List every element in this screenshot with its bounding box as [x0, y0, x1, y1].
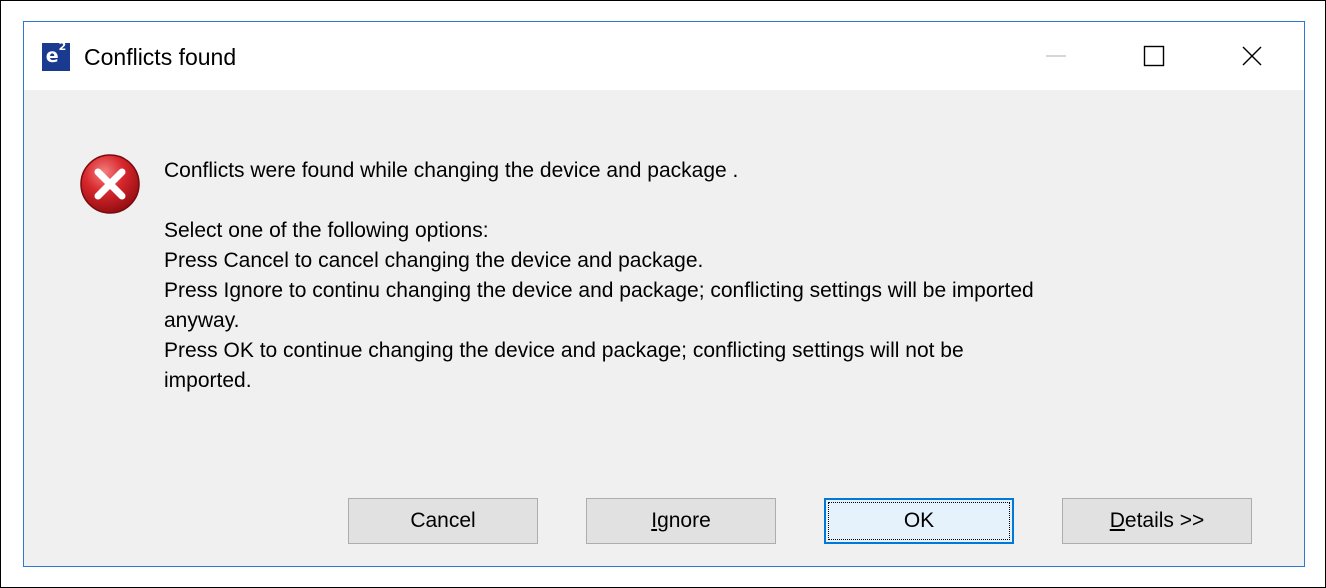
screenshot-frame: e2 Conflicts found Conflicts were found … [0, 0, 1326, 588]
cancel-button-label: Cancel [410, 509, 476, 532]
error-x-icon [80, 154, 140, 214]
app-logo-icon: e2 [42, 41, 70, 71]
message-line: Press Cancel to cancel changing the devi… [164, 249, 704, 272]
message-line: Press OK to continue changing the device… [164, 339, 964, 362]
dialog-body: Conflicts were found while changing the … [24, 90, 1304, 566]
conflicts-dialog: e2 Conflicts found Conflicts were found … [23, 21, 1305, 567]
window-title: Conflicts found [84, 44, 237, 70]
message-line: imported. [164, 369, 252, 392]
minimize-button [1026, 22, 1086, 90]
message-line: Select one of the following options: [164, 219, 489, 242]
maximize-button[interactable] [1124, 22, 1184, 90]
ok-button[interactable]: OK [824, 498, 1014, 544]
message-text: Conflicts were found while changing the … [164, 156, 1254, 396]
close-icon [1242, 46, 1262, 66]
cancel-button[interactable]: Cancel [348, 498, 538, 544]
title-bar[interactable]: e2 Conflicts found [24, 22, 1304, 90]
focus-rectangle [828, 502, 1010, 540]
message-headline: Conflicts were found while changing the … [164, 159, 739, 182]
message-line: anyway. [164, 309, 240, 332]
details-button[interactable]: Details >> [1062, 498, 1252, 544]
close-button[interactable] [1222, 22, 1282, 90]
maximize-icon [1143, 45, 1165, 67]
message-line: Press Ignore to continu changing the dev… [164, 279, 1034, 302]
minimize-icon [1046, 55, 1066, 57]
ignore-button-label: Ignore [651, 509, 711, 532]
ignore-button[interactable]: Ignore [586, 498, 776, 544]
details-button-label: Details >> [1109, 509, 1205, 532]
